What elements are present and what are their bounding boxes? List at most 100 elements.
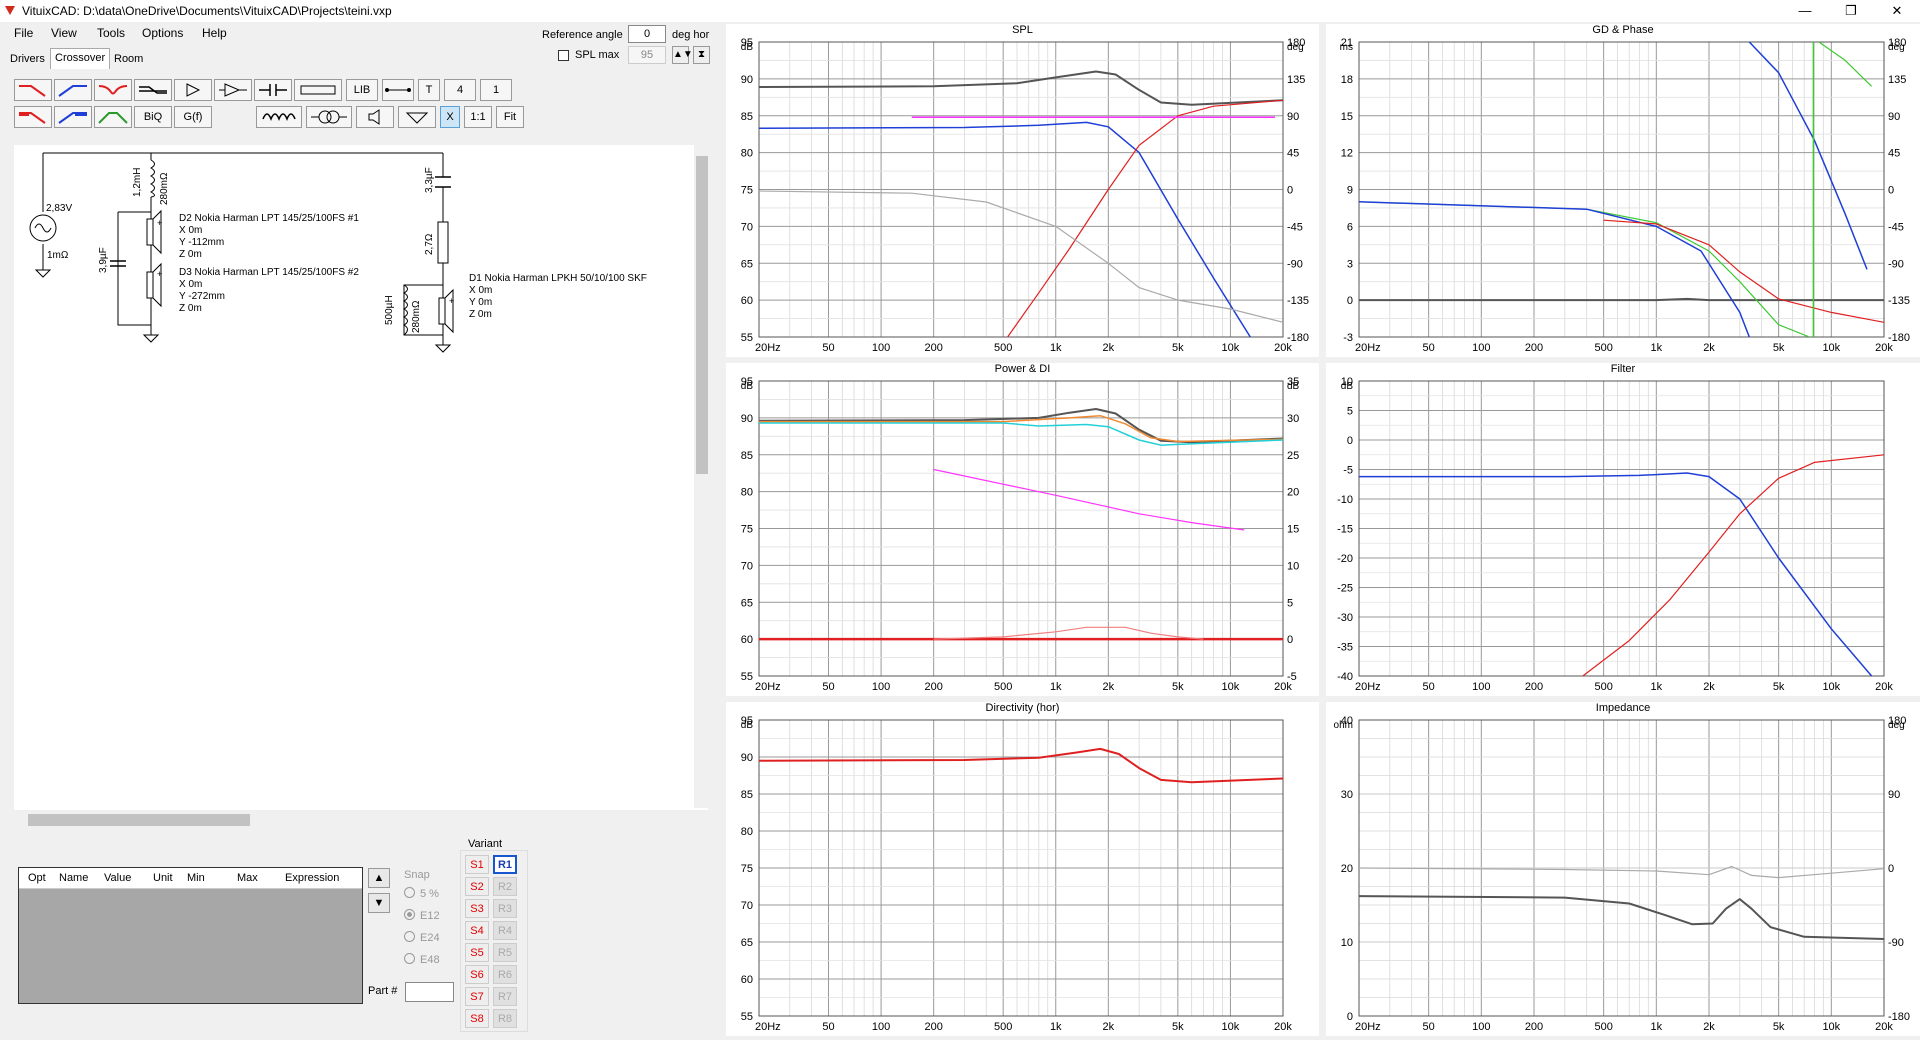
variant-s4-button[interactable]: S4 xyxy=(465,921,489,940)
col-value[interactable]: Value xyxy=(104,872,131,884)
col-max[interactable]: Max xyxy=(237,872,258,884)
snap-e24-label: E24 xyxy=(420,932,440,944)
scroll-thumb[interactable] xyxy=(28,814,250,826)
capacitor-button[interactable] xyxy=(254,79,292,101)
col-opt[interactable]: Opt xyxy=(28,872,46,884)
highpass-1-button[interactable] xyxy=(54,79,92,101)
x-tick-label: 5k xyxy=(1172,681,1184,693)
x-tick-label: 50 xyxy=(1423,342,1435,354)
y-tick-label: 0 xyxy=(1347,295,1353,307)
shelf-button[interactable] xyxy=(134,79,172,101)
spl-max-input[interactable]: 95 xyxy=(628,46,666,64)
biquad-button[interactable]: BiQ xyxy=(134,106,172,128)
resistor-button[interactable] xyxy=(294,79,342,101)
reset-button[interactable]: ⧗ xyxy=(693,46,710,64)
speaker-button[interactable] xyxy=(356,106,394,128)
variant-r4-button[interactable]: R4 xyxy=(493,921,517,940)
scroll-thumb[interactable] xyxy=(696,156,708,474)
source-res-label: 1mΩ xyxy=(47,250,69,261)
menu-options[interactable]: Options xyxy=(142,26,183,40)
ratio-button[interactable]: 1:1 xyxy=(464,106,492,128)
snap-e24-radio[interactable]: E24 xyxy=(404,931,440,944)
schematic-canvas[interactable]: 1,2mH 280mΩ 3,9µF 3,3µF 2,7Ω 500µH 280mΩ… xyxy=(14,145,708,810)
tab-drivers[interactable]: Drivers xyxy=(6,50,49,68)
lowpass-1-button[interactable] xyxy=(14,79,52,101)
variant-r5-button[interactable]: R5 xyxy=(493,943,517,962)
close-button[interactable]: ✕ xyxy=(1874,0,1920,22)
snap-e48-radio[interactable]: E48 xyxy=(404,953,440,966)
y-tick-label: 90 xyxy=(741,74,753,86)
chart-gd[interactable]: 21 18 15 12 9 6 3 0 -3 ms 180 135 90 45 0 -45 -90 -135 -18… xyxy=(1326,24,1920,357)
variant-s8-button[interactable]: S8 xyxy=(465,1009,489,1028)
variant-s1-button[interactable]: S1 xyxy=(465,855,489,874)
maximize-button[interactable]: ❐ xyxy=(1828,0,1874,22)
col-expression[interactable]: Expression xyxy=(285,872,339,884)
wire-button[interactable] xyxy=(382,79,414,101)
y-unit-label: dB xyxy=(741,381,754,392)
variant-s2-button[interactable]: S2 xyxy=(465,877,489,896)
schematic-hscroll[interactable] xyxy=(14,812,694,828)
lowpass-2-button[interactable] xyxy=(14,106,52,128)
spin-up-button[interactable]: ▲▼ xyxy=(672,46,693,64)
lib-button[interactable]: LIB xyxy=(346,79,378,101)
opamp-button[interactable] xyxy=(214,79,252,101)
y-tick-label: 90 xyxy=(741,413,753,425)
ground-icon xyxy=(434,344,452,353)
chart-impedance[interactable]: 40 30 20 10 0 ohm 180 90 0 -90 -180 deg 20Hz 50 100 200… xyxy=(1326,702,1920,1036)
col-min[interactable]: Min xyxy=(187,872,205,884)
menu-view[interactable]: View xyxy=(51,26,77,40)
chart-power[interactable]: 95 90 85 80 75 70 65 60 55 dB 35 30 25 20 15 10 5 0 -5 dB 20… xyxy=(726,363,1319,696)
bandpass-button[interactable] xyxy=(94,106,132,128)
ground-button[interactable] xyxy=(398,106,436,128)
move-up-button[interactable]: ▲ xyxy=(368,868,390,888)
snap-5pct-radio[interactable]: 5 % xyxy=(404,887,439,900)
reference-angle-input[interactable]: 0 xyxy=(628,25,666,43)
notch-button[interactable] xyxy=(94,79,132,101)
x-tick-label: 20Hz xyxy=(1355,1021,1381,1033)
variant-s6-button[interactable]: S6 xyxy=(465,965,489,984)
tab-crossover[interactable]: Crossover xyxy=(50,48,111,69)
col-name[interactable]: Name xyxy=(59,872,88,884)
inductor-button[interactable] xyxy=(256,106,302,128)
variant-r3-button[interactable]: R3 xyxy=(493,899,517,918)
variant-r1-button[interactable]: R1 xyxy=(493,855,517,874)
schematic-vscroll[interactable] xyxy=(694,142,710,808)
x-button[interactable]: X xyxy=(440,106,460,128)
variant-s7-button[interactable]: S7 xyxy=(465,987,489,1006)
minimize-button[interactable]: — xyxy=(1782,0,1828,22)
chart-filter[interactable]: 10 5 0 -5 -10 -15 -20 -25 -30 -35 -40 dB 20Hz 50 100 20… xyxy=(1326,363,1920,696)
curve-gd-2 xyxy=(1359,201,1750,337)
variant-r7-button[interactable]: R7 xyxy=(493,987,517,1006)
fit-button[interactable]: Fit xyxy=(496,106,524,128)
chart-spl[interactable]: 95 90 85 80 75 70 65 60 55 dB 180 135 90 45 0 -45 -90 -13… xyxy=(726,24,1319,357)
variant-s3-button[interactable]: S3 xyxy=(465,899,489,918)
variant-r6-button[interactable]: R6 xyxy=(493,965,517,984)
part-number-input[interactable] xyxy=(405,982,454,1002)
opamp-icon xyxy=(219,83,247,97)
one-button[interactable]: 1 xyxy=(480,79,512,101)
variant-s5-button[interactable]: S5 xyxy=(465,943,489,962)
y-tick-label: -10 xyxy=(1337,494,1353,506)
tab-room[interactable]: Room xyxy=(110,50,147,68)
menu-file[interactable]: File xyxy=(14,26,33,40)
y2-tick-label: 90 xyxy=(1287,111,1299,123)
parameter-table[interactable]: Opt Name Value Unit Min Max Expression xyxy=(18,867,363,1004)
t-button[interactable]: T xyxy=(418,79,440,101)
snap-e12-radio[interactable]: E12 xyxy=(404,909,440,922)
four-button[interactable]: 4 xyxy=(444,79,476,101)
col-unit[interactable]: Unit xyxy=(153,872,173,884)
gf-button[interactable]: G(f) xyxy=(174,106,212,128)
chart-directivity[interactable]: 95 90 85 80 75 70 65 60 55 dB 20Hz 50 100 200 500 1k 2k 5… xyxy=(726,702,1319,1036)
menu-help[interactable]: Help xyxy=(202,26,227,40)
transformer-button[interactable] xyxy=(306,106,352,128)
y-tick-label: -35 xyxy=(1337,642,1353,654)
x-tick-label: 5k xyxy=(1773,342,1785,354)
spl-max-checkbox[interactable] xyxy=(558,50,569,61)
variant-r8-button[interactable]: R8 xyxy=(493,1009,517,1028)
buffer-button[interactable] xyxy=(174,79,212,101)
chart-plot-gd: 211815129630-3ms 18013590450-45-90-135-18… xyxy=(1340,37,1910,354)
highpass-2-button[interactable] xyxy=(54,106,92,128)
move-down-button[interactable]: ▼ xyxy=(368,893,390,913)
variant-r2-button[interactable]: R2 xyxy=(493,877,517,896)
menu-tools[interactable]: Tools xyxy=(97,26,125,40)
